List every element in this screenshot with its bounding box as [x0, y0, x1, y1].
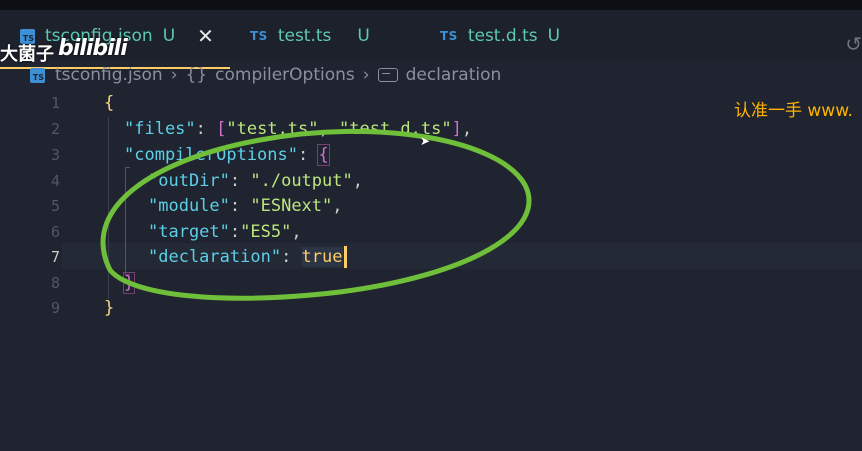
mouse-pointer-icon: ➤	[420, 134, 431, 148]
annotation-ellipse	[100, 128, 532, 301]
